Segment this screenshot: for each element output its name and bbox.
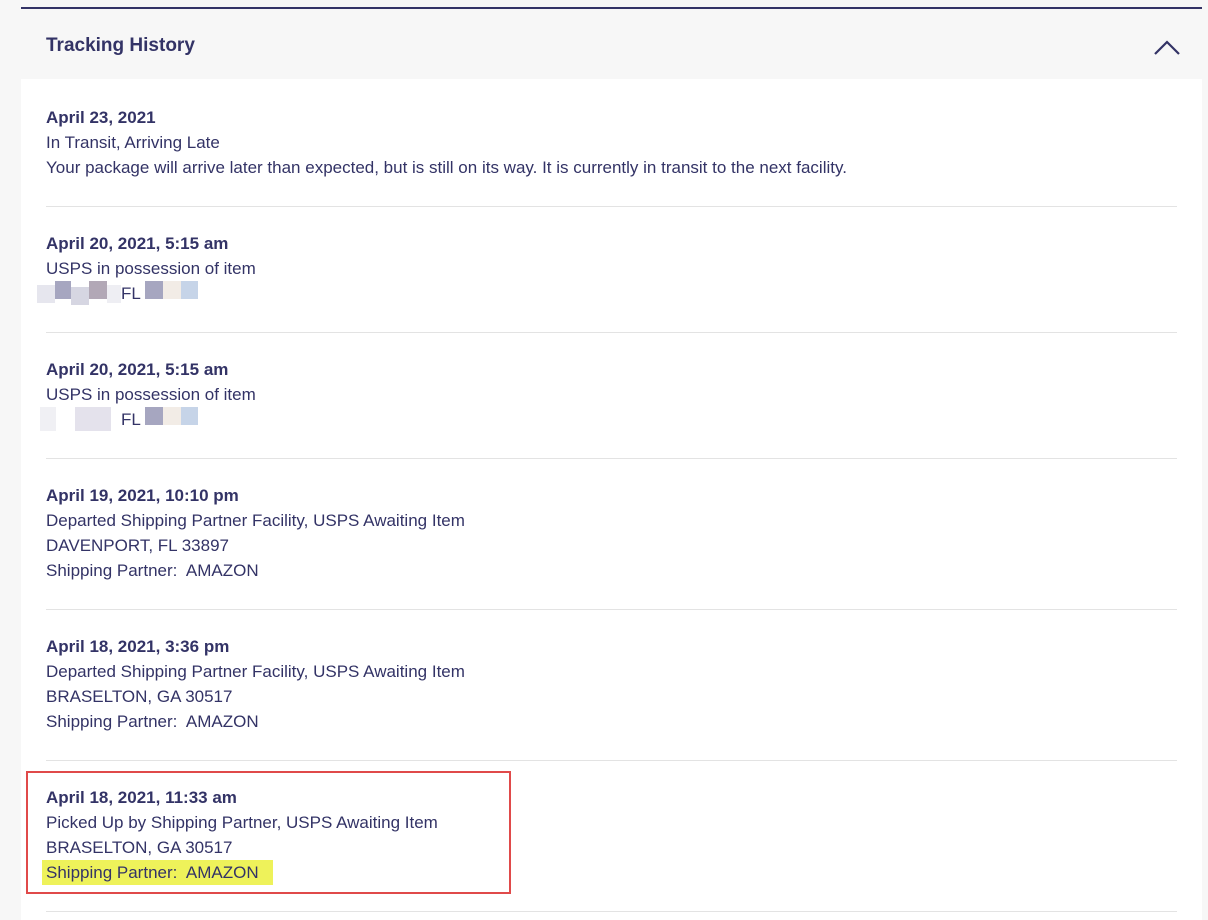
- event-location-redacted: FL: [37, 281, 1177, 306]
- redaction-block: [40, 407, 56, 431]
- redaction-block: [163, 281, 181, 299]
- event-partner: Shipping Partner: AMAZON: [46, 561, 259, 580]
- redaction-block: [75, 407, 111, 431]
- redaction-block: [163, 407, 181, 425]
- tracking-event: April 23, 2021 In Transit, Arriving Late…: [46, 105, 1177, 207]
- event-date: April 20, 2021, 5:15 am: [46, 234, 229, 253]
- event-detail: Your package will arrive later than expe…: [46, 158, 847, 177]
- redaction-block: [181, 407, 198, 425]
- event-status: Departed Shipping Partner Facility, USPS…: [46, 662, 465, 681]
- collapse-toggle-button[interactable]: [1152, 35, 1182, 59]
- event-status: Departed Shipping Partner Facility, USPS…: [46, 511, 465, 530]
- event-date: April 23, 2021: [46, 108, 156, 127]
- event-date: April 18, 2021, 3:36 pm: [46, 637, 230, 656]
- tracking-events-list: April 23, 2021 In Transit, Arriving Late…: [21, 79, 1202, 920]
- event-location: DAVENPORT, FL 33897: [46, 536, 229, 555]
- redaction-block: [55, 281, 71, 299]
- tracking-event: April 20, 2021, 5:15 am USPS in possessi…: [37, 231, 1177, 333]
- redaction-block: [145, 407, 163, 425]
- redaction-block: [145, 281, 163, 299]
- tracking-event: April 20, 2021, 5:15 am USPS in possessi…: [40, 357, 1177, 459]
- tracking-history-panel: Tracking History April 23, 2021 In Trans…: [21, 7, 1202, 920]
- redaction-block: [37, 285, 55, 303]
- event-location-redacted: FL: [40, 407, 1177, 432]
- event-status: In Transit, Arriving Late: [46, 133, 220, 152]
- event-status: USPS in possession of item: [46, 259, 256, 278]
- event-date: April 20, 2021, 5:15 am: [46, 360, 229, 379]
- redaction-block: [107, 285, 121, 303]
- tracking-event: April 18, 2021, 3:36 pm Departed Shippin…: [46, 634, 1177, 761]
- tracking-history-header[interactable]: Tracking History: [21, 9, 1202, 79]
- event-partner: Shipping Partner: AMAZON: [46, 712, 259, 731]
- redaction-block: [89, 281, 107, 299]
- tracking-event: April 19, 2021, 10:10 pm Departed Shippi…: [46, 483, 1177, 610]
- event-date: April 19, 2021, 10:10 pm: [46, 486, 239, 505]
- event-status: USPS in possession of item: [46, 385, 256, 404]
- redaction-block: [71, 287, 89, 305]
- annotation-highlight-box: [26, 771, 511, 894]
- panel-title: Tracking History: [46, 35, 195, 56]
- event-location: BRASELTON, GA 30517: [46, 687, 233, 706]
- event-location-state: FL: [121, 284, 141, 303]
- chevron-up-icon: [1154, 40, 1180, 55]
- redaction-block: [181, 281, 198, 299]
- event-location-state: FL: [121, 410, 141, 429]
